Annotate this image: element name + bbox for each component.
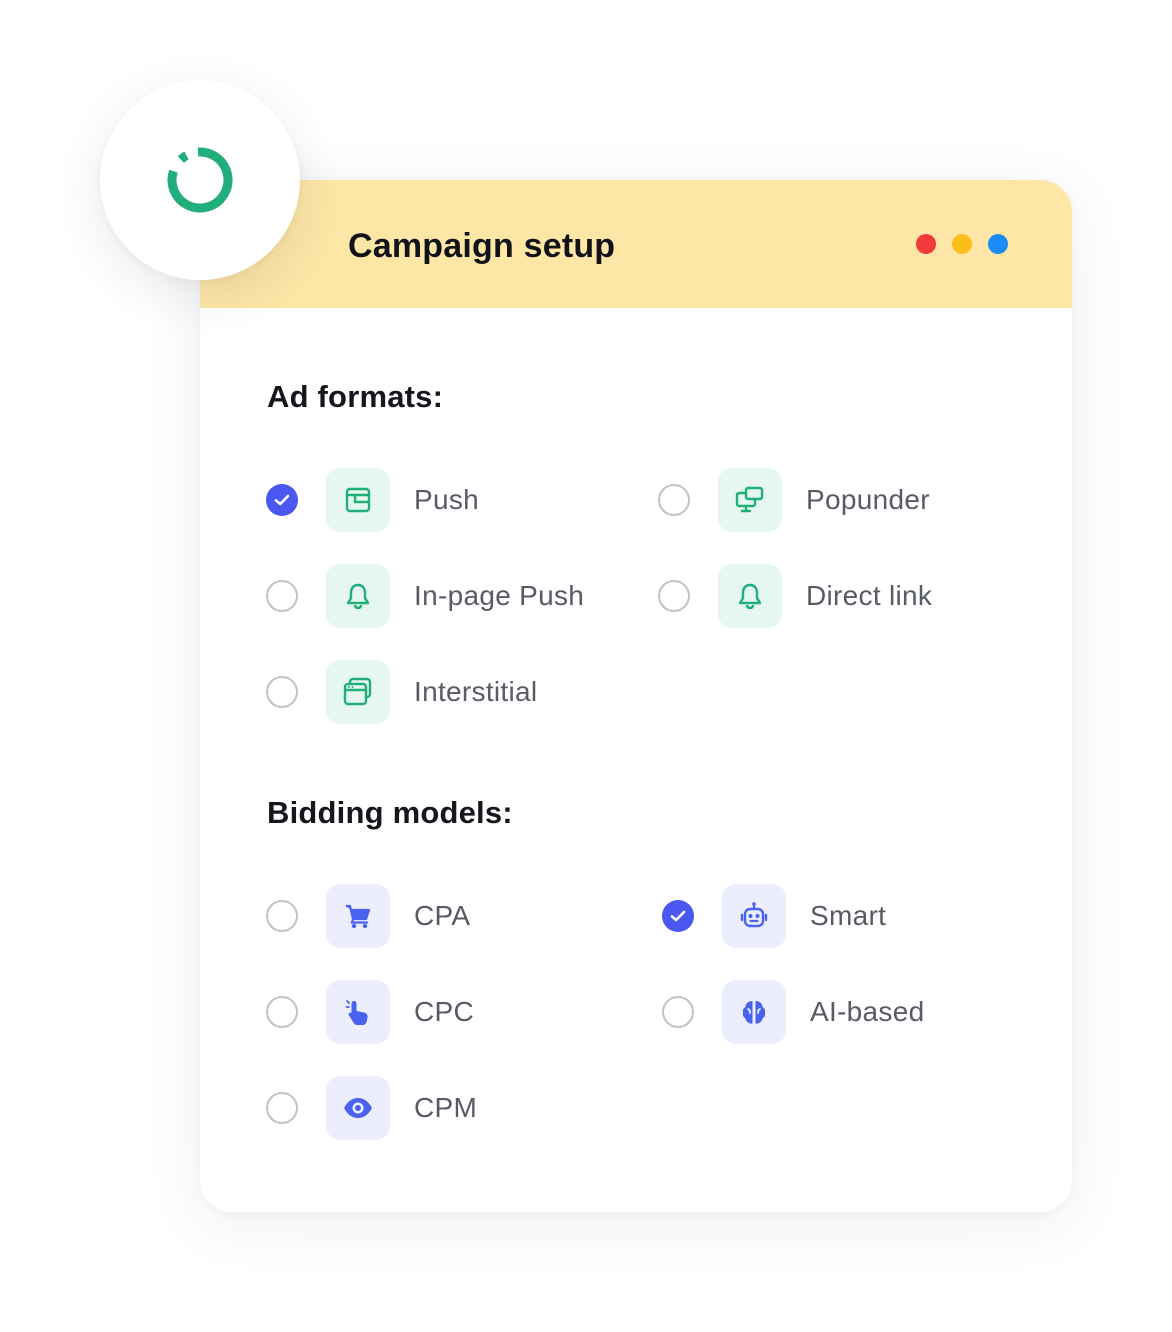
logo-badge (100, 80, 300, 280)
cpa-tile (326, 884, 390, 948)
option-popunder[interactable]: Popunder (658, 468, 978, 532)
window-icon (345, 487, 371, 513)
cpm-tile (326, 1076, 390, 1140)
brain-icon (742, 1001, 766, 1024)
browser-windows-icon (343, 677, 372, 706)
red-dot-icon[interactable] (916, 234, 936, 254)
option-label: CPM (414, 1092, 478, 1123)
eye-icon (344, 1098, 372, 1118)
option-interstitial[interactable]: Interstitial (266, 660, 586, 724)
radio-unchecked[interactable] (266, 676, 298, 708)
brand-logo-icon (167, 147, 233, 213)
in-page-push-tile (326, 564, 390, 628)
smart-tile (722, 884, 786, 948)
bidding-models-title: Bidding models: (267, 795, 513, 830)
option-cpc[interactable]: CPC (266, 980, 586, 1044)
radio-unchecked[interactable] (266, 900, 298, 932)
option-label: Popunder (806, 484, 930, 515)
option-label: CPC (414, 996, 475, 1027)
option-label: In-page Push (414, 580, 585, 611)
popunder-tile (718, 468, 782, 532)
radio-unchecked[interactable] (658, 580, 690, 612)
option-push[interactable]: Push (266, 468, 586, 532)
interstitial-tile (326, 660, 390, 724)
bell-icon (346, 583, 370, 610)
window-title: Campaign setup (348, 227, 616, 265)
robot-icon (740, 902, 768, 928)
yellow-dot-icon[interactable] (952, 234, 972, 254)
radio-unchecked[interactable] (266, 580, 298, 612)
blue-dot-icon[interactable] (988, 234, 1008, 254)
radio-unchecked[interactable] (662, 996, 694, 1028)
radio-checked[interactable] (266, 484, 298, 516)
option-label: Push (414, 484, 480, 515)
window-header: Campaign setup (200, 180, 1072, 308)
option-in-page-push[interactable]: In-page Push (266, 564, 606, 628)
pointer-hand-icon (345, 1000, 368, 1025)
check-icon (670, 910, 686, 922)
radio-unchecked[interactable] (266, 996, 298, 1028)
option-label: AI-based (810, 996, 925, 1027)
option-cpm[interactable]: CPM (266, 1076, 586, 1140)
ai-based-tile (722, 980, 786, 1044)
option-ai-based[interactable]: AI-based (662, 980, 982, 1044)
option-cpa[interactable]: CPA (266, 884, 586, 948)
option-label: Smart (810, 900, 887, 931)
check-icon (274, 494, 290, 506)
option-smart[interactable]: Smart (662, 884, 982, 948)
option-label: Interstitial (414, 676, 538, 707)
radio-unchecked[interactable] (658, 484, 690, 516)
window-controls (916, 234, 1008, 254)
monitor-stack-icon (735, 486, 764, 513)
option-label: Direct link (806, 580, 933, 611)
radio-unchecked[interactable] (266, 1092, 298, 1124)
option-label: CPA (414, 900, 471, 931)
ad-formats-title: Ad formats: (267, 379, 444, 414)
cpc-tile (326, 980, 390, 1044)
option-direct-link[interactable]: Direct link (658, 564, 978, 628)
push-tile (326, 468, 390, 532)
direct-link-tile (718, 564, 782, 628)
bell-icon (738, 583, 762, 610)
radio-checked[interactable] (662, 900, 694, 932)
cart-icon (346, 904, 371, 929)
